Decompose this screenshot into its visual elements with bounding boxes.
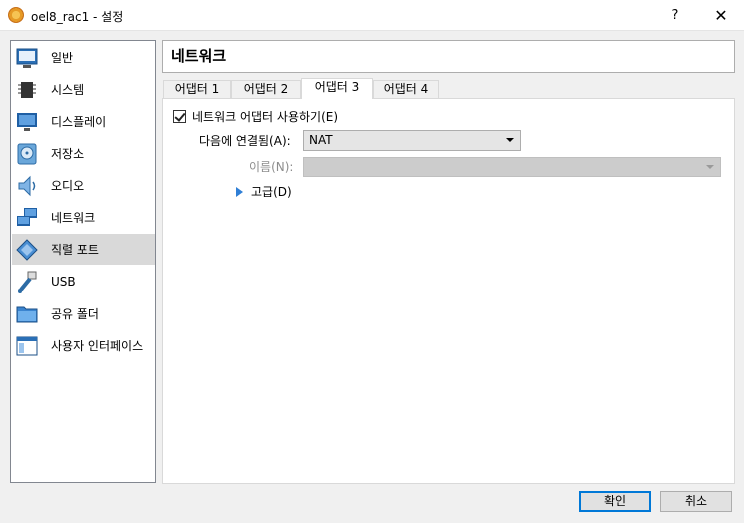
help-button[interactable]: ? — [652, 0, 698, 31]
sidebar-item-label: 사용자 인터페이스 — [51, 339, 144, 353]
sidebar-item-label: 네트워크 — [51, 211, 96, 225]
expand-arrow-icon — [236, 186, 243, 197]
disk-icon — [15, 142, 39, 166]
sidebar-item-label: USB — [51, 274, 76, 289]
general-icon — [15, 46, 39, 70]
sidebar-item-label: 직렬 포트 — [51, 243, 99, 257]
sidebar-item-general[interactable]: 일반 — [12, 42, 155, 73]
enable-adapter-label: 네트워크 어댑터 사용하기(E) — [192, 110, 339, 124]
cancel-button[interactable]: 취소 — [660, 491, 732, 512]
speaker-icon — [15, 174, 39, 198]
sidebar-item-label: 저장소 — [51, 147, 85, 161]
ui-icon — [15, 334, 39, 358]
page-title: 네트워크 — [162, 40, 735, 73]
attached-to-label: 다음에 연결됨(A): — [199, 134, 291, 148]
virtualbox-icon — [8, 7, 24, 23]
window-title: oel8_rac1 - 설정 — [31, 10, 124, 24]
sidebar-item-system[interactable]: 시스템 — [12, 74, 155, 105]
chip-icon — [15, 78, 39, 102]
folder-icon — [15, 302, 39, 326]
sidebar-item-display[interactable]: 디스플레이 — [12, 106, 155, 137]
sidebar-item-label: 일반 — [51, 51, 74, 65]
monitor-icon — [15, 110, 39, 134]
advanced-toggle[interactable]: 고급(D) — [236, 183, 292, 200]
attached-to-select[interactable]: NAT — [303, 130, 521, 151]
name-label: 이름(N): — [249, 160, 294, 174]
chevron-down-icon — [506, 138, 514, 142]
close-button[interactable]: ✕ — [698, 0, 744, 31]
title-bar: oel8_rac1 - 설정 ? ✕ — [0, 0, 744, 31]
sidebar-item-usb[interactable]: USB — [12, 266, 155, 297]
sidebar-item-label: 시스템 — [51, 83, 85, 97]
enable-adapter-row[interactable]: 네트워크 어댑터 사용하기(E) — [173, 108, 338, 125]
sidebar-item-label: 오디오 — [51, 179, 85, 193]
ok-button[interactable]: 확인 — [579, 491, 651, 512]
tab-adapter-2[interactable]: 어댑터 2 — [231, 80, 301, 99]
network-icon — [15, 206, 39, 230]
chevron-down-icon — [706, 165, 714, 169]
settings-sidebar: 일반 시스템 디스플레이 저장소 오디오 네트워크 직렬 포트 USB 공유 폴… — [10, 40, 156, 483]
sidebar-item-user-interface[interactable]: 사용자 인터페이스 — [12, 330, 155, 361]
sidebar-item-audio[interactable]: 오디오 — [12, 170, 155, 201]
tab-adapter-3[interactable]: 어댑터 3 — [301, 78, 373, 99]
attached-to-value: NAT — [309, 133, 333, 147]
sidebar-item-network[interactable]: 네트워크 — [12, 202, 155, 233]
usb-icon — [15, 270, 39, 294]
sidebar-item-label: 디스플레이 — [51, 115, 107, 129]
advanced-label: 고급(D) — [251, 185, 292, 199]
name-select — [303, 157, 721, 177]
adapter-panel — [162, 98, 735, 484]
sidebar-item-label: 공유 폴더 — [51, 307, 99, 321]
sidebar-item-serial-port[interactable]: 직렬 포트 — [12, 234, 155, 265]
serial-port-icon — [15, 238, 39, 262]
enable-adapter-checkbox[interactable] — [173, 110, 186, 123]
tab-adapter-4[interactable]: 어댑터 4 — [373, 80, 439, 99]
sidebar-item-shared-folders[interactable]: 공유 폴더 — [12, 298, 155, 329]
tab-adapter-1[interactable]: 어댑터 1 — [163, 80, 231, 99]
sidebar-item-storage[interactable]: 저장소 — [12, 138, 155, 169]
